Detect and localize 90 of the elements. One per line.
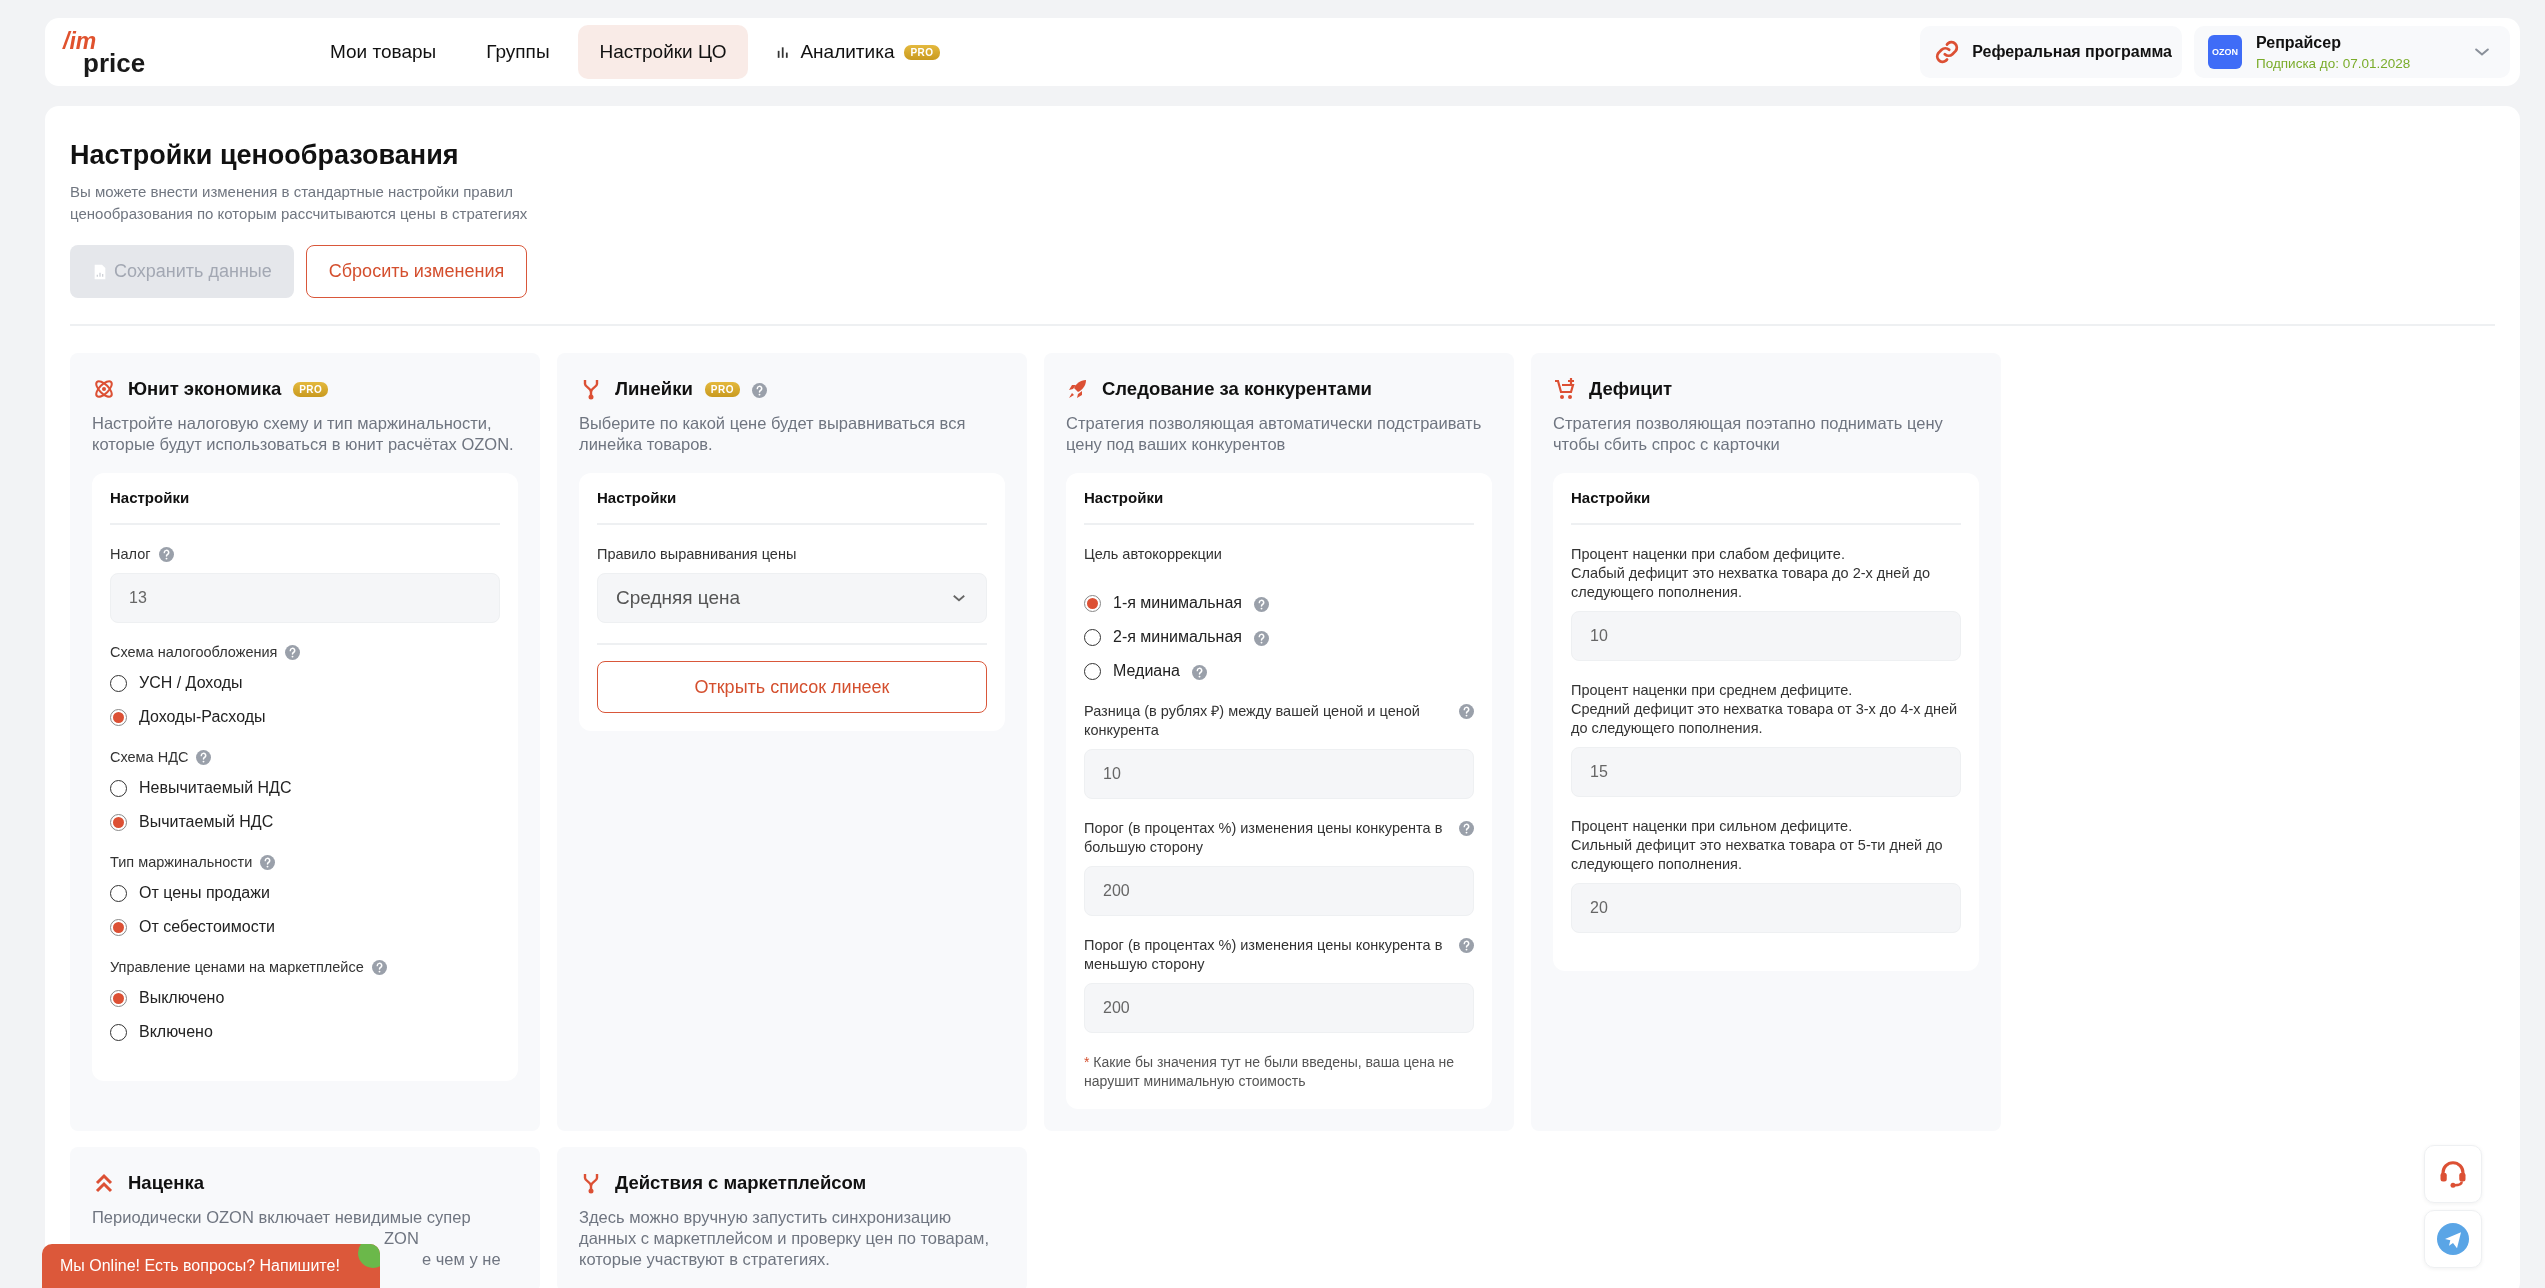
radio-label[interactable]: 2-я минимальная bbox=[1113, 628, 1242, 646]
card-title: Действия с маркетплейсом bbox=[615, 1172, 867, 1194]
settings-title: Настройки bbox=[1571, 489, 1961, 525]
card-title: Юнит экономика bbox=[128, 378, 282, 400]
input-field[interactable]: 20 bbox=[1571, 883, 1961, 933]
input-field[interactable]: 10 bbox=[1571, 611, 1961, 661]
settings-title: Настройки bbox=[1084, 489, 1474, 525]
radio-label[interactable]: От цены продажи bbox=[139, 884, 270, 902]
field-label: Сильный дефицит это нехватка товара от 5-ти дней до следующего пополнения. bbox=[1571, 836, 1944, 874]
atom-icon bbox=[92, 377, 116, 401]
radio-button[interactable] bbox=[110, 918, 127, 936]
radio-label[interactable]: Невычитаемый НДС bbox=[139, 779, 292, 797]
footnote: * Какие бы значения тут не были введены, ваша цена не нарушит минимальную стоимость bbox=[1084, 1053, 1456, 1091]
headset-icon bbox=[2438, 1159, 2468, 1189]
field-label: Управление ценами на маркетплейсе bbox=[110, 958, 364, 977]
radio-button[interactable] bbox=[110, 708, 127, 726]
field-label: Схема налогообложения bbox=[110, 643, 278, 662]
support-button[interactable] bbox=[2424, 1145, 2482, 1203]
field-label: Процент наценки при сильном дефиците. bbox=[1571, 817, 1854, 836]
nav-tab[interactable]: Аналитика PRO bbox=[754, 25, 962, 79]
field-label: Порог (в процентах %) изменения цены конкурента в меньшую сторону bbox=[1084, 936, 1444, 974]
settings-title: Настройки bbox=[110, 489, 500, 525]
page-description: Вы можете внести изменения в стандартные настройки правил ценообразования по которым рассчитываются цены в стратегиях bbox=[70, 182, 529, 224]
radio-button[interactable] bbox=[110, 674, 127, 692]
marketplace-logo: OZON bbox=[2208, 35, 2242, 69]
page-title: Настройки ценообразования bbox=[70, 140, 460, 171]
field-label: Правило выравнивания цены bbox=[597, 545, 797, 564]
radio-label[interactable]: Вычитаемый НДС bbox=[139, 813, 274, 831]
cart-plus-icon bbox=[1553, 377, 1577, 401]
card-description: Выберите по какой цене будет выравниваться вся линейка товаров. bbox=[579, 413, 967, 455]
settings-title: Настройки bbox=[597, 489, 987, 525]
radio-button[interactable] bbox=[110, 989, 127, 1007]
nav-tab[interactable]: Мои товары bbox=[308, 25, 459, 79]
field-label: Слабый дефицит это нехватка товара до 2-х дней до следующего пополнения. bbox=[1571, 564, 1932, 602]
radio-label[interactable]: Доходы-Расходы bbox=[139, 708, 266, 726]
field-label: Порог (в процентах %) изменения цены конкурента в большую сторону bbox=[1084, 819, 1444, 857]
field-label: Тип маржинальности bbox=[110, 853, 253, 872]
reset-button[interactable]: Сбросить изменения bbox=[305, 245, 528, 298]
radio-label[interactable]: УСН / Доходы bbox=[139, 674, 243, 692]
card-description: ZON bbox=[384, 1228, 419, 1249]
subscription-date: Подписка до: 07.01.2028 bbox=[2256, 55, 2412, 71]
pro-badge: PRO bbox=[293, 381, 329, 397]
input-field[interactable]: 200 bbox=[1084, 866, 1474, 916]
field-label: Цель автокоррекции bbox=[1084, 545, 1222, 564]
pro-badge: PRO bbox=[704, 381, 740, 397]
nav-tab[interactable]: Настройки ЦО bbox=[577, 25, 749, 79]
radio-button[interactable] bbox=[110, 1023, 127, 1041]
account-switcher[interactable]: OZON Репрайсер Подписка до: 07.01.2028 bbox=[2194, 26, 2510, 78]
radio-label[interactable]: От себестоимости bbox=[139, 918, 275, 936]
radio-label[interactable]: Выключено bbox=[139, 989, 225, 1007]
account-name: Репрайсер bbox=[2256, 33, 2342, 52]
radio-label[interactable]: Медиана bbox=[1113, 662, 1180, 680]
card-description: Периодически OZON включает невидимые супер bbox=[92, 1207, 471, 1228]
field-label: Налог bbox=[110, 545, 151, 564]
field-label: Процент наценки при слабом дефиците. bbox=[1571, 545, 1846, 564]
radio-button[interactable] bbox=[1084, 594, 1101, 612]
radio-button[interactable] bbox=[110, 779, 127, 797]
input-field[interactable]: 10 bbox=[1084, 749, 1474, 799]
referral-button[interactable]: Реферальная программа bbox=[1920, 26, 2182, 78]
select-field[interactable]: Средняя цена bbox=[597, 573, 987, 623]
card-description: Стратегия позволяющая автоматически подстраивать цену под ваших конкурентов bbox=[1066, 413, 1483, 455]
bar-chart-icon bbox=[776, 45, 791, 59]
input-field[interactable]: 15 bbox=[1571, 747, 1961, 797]
card-description: Здесь можно вручную запустить синхронизацию данных с маркетплейсом и проверку цен по товарам, которые участвуют в стратегиях. bbox=[579, 1207, 991, 1270]
open-list-button[interactable]: Открыть список линеек bbox=[597, 661, 987, 713]
input-field[interactable]: 13 bbox=[110, 573, 500, 623]
radio-button[interactable] bbox=[110, 813, 127, 831]
field-label: Схема НДС bbox=[110, 748, 189, 767]
card-title: Наценка bbox=[128, 1172, 205, 1194]
card-title: Линейки bbox=[615, 378, 693, 400]
paper-plane-icon bbox=[2437, 1223, 2469, 1255]
telegram-button[interactable] bbox=[2424, 1210, 2482, 1268]
nav-tab[interactable]: Группы bbox=[464, 25, 572, 79]
link-icon bbox=[1934, 39, 1961, 65]
field-label: Разница (в рублях ₽) между вашей ценой и ценой конкурента bbox=[1084, 702, 1421, 740]
input-field[interactable]: 200 bbox=[1084, 983, 1474, 1033]
radio-label[interactable]: 1-я минимальная bbox=[1113, 594, 1242, 612]
chat-banner[interactable]: Мы Online! Есть вопросы? Напишите! bbox=[42, 1244, 380, 1288]
card-title: Следование за конкурентами bbox=[1102, 378, 1372, 400]
field-label: Средний дефицит это нехватка товара от 3-х до 4-х дней до следующего пополнения. bbox=[1571, 700, 1959, 738]
card-title: Дефицит bbox=[1589, 378, 1673, 400]
card-description: Настройте налоговую схему и тип маржинальности, которые будут использоваться в юнит расчётах OZON. bbox=[92, 413, 515, 455]
pro-badge: PRO bbox=[904, 44, 940, 60]
radio-button[interactable] bbox=[1084, 628, 1101, 646]
card-description: Стратегия позволяющая поэтапно поднимать цену чтобы сбить спрос с карточки bbox=[1553, 413, 1944, 455]
radio-button[interactable] bbox=[1084, 662, 1101, 680]
radio-button[interactable] bbox=[110, 884, 127, 902]
card-description: е чем у не bbox=[422, 1249, 501, 1270]
field-label: Процент наценки при среднем дефиците. bbox=[1571, 681, 1854, 700]
radio-label[interactable]: Включено bbox=[139, 1023, 213, 1041]
